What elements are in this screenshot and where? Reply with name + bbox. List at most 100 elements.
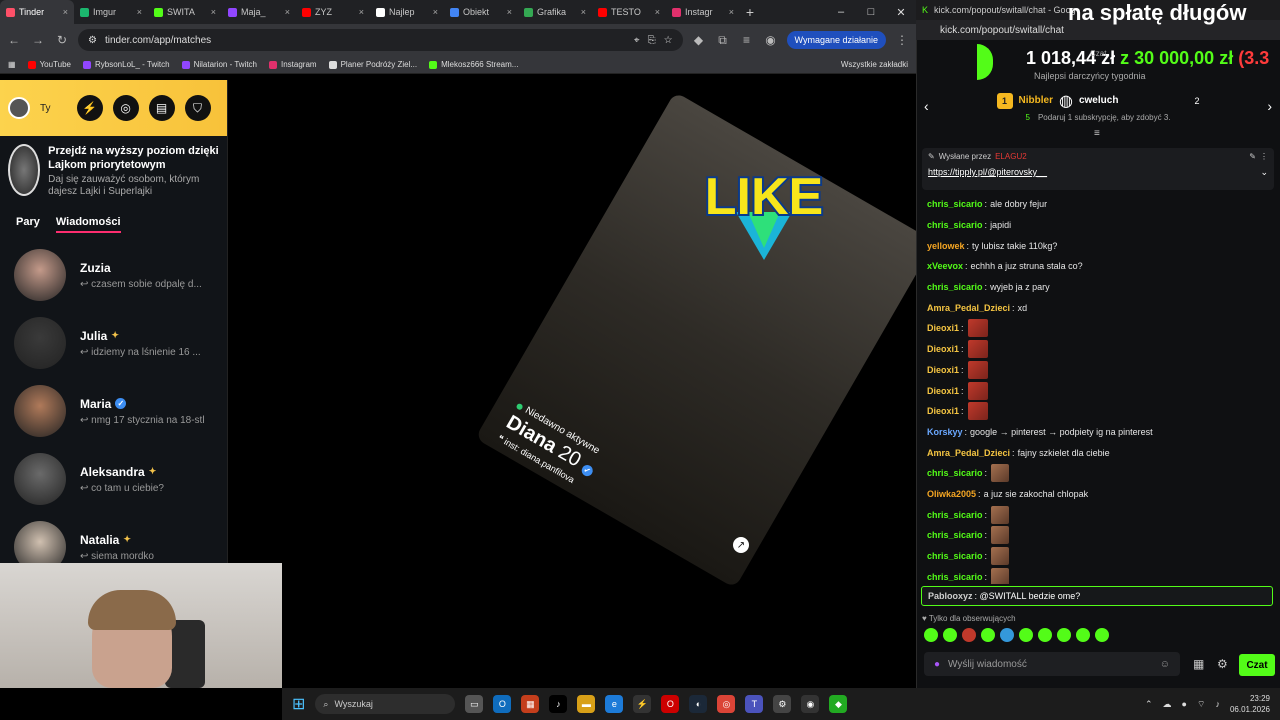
emote-icon[interactable] bbox=[981, 628, 995, 642]
install-icon[interactable]: ⎘ bbox=[648, 35, 656, 46]
chevron-left-icon[interactable]: ‹ bbox=[924, 98, 929, 114]
browser-tab[interactable]: Obiekt × bbox=[444, 0, 518, 24]
tab-messages[interactable]: Wiadomości bbox=[55, 216, 121, 233]
chat-username[interactable]: Dieoxi1 bbox=[927, 365, 959, 375]
chrome-icon[interactable]: ◎ bbox=[717, 695, 736, 713]
emote-icon[interactable] bbox=[1038, 628, 1052, 642]
chat-username[interactable]: Dieoxi1 bbox=[927, 344, 959, 354]
chat-username[interactable]: xVeevox bbox=[927, 261, 963, 271]
folder-icon[interactable]: ▬ bbox=[577, 695, 596, 713]
clock[interactable]: 23:29 06.01.2026 bbox=[1230, 693, 1270, 715]
emote-icon[interactable] bbox=[1095, 628, 1109, 642]
avatar[interactable] bbox=[8, 97, 30, 119]
mic-icon[interactable]: ● bbox=[1182, 699, 1187, 709]
more-icon[interactable]: ⋮ bbox=[1260, 152, 1268, 161]
chat-username[interactable]: Dieoxi1 bbox=[927, 323, 959, 333]
close-icon[interactable]: × bbox=[63, 7, 68, 17]
close-icon[interactable]: × bbox=[433, 7, 438, 17]
briefcase-icon[interactable]: ▤ bbox=[148, 95, 175, 121]
emote-icon[interactable] bbox=[1076, 628, 1090, 642]
emote-icon[interactable] bbox=[1000, 628, 1014, 642]
emote-icon[interactable] bbox=[924, 628, 938, 642]
extension-icon[interactable]: ◆ bbox=[691, 33, 707, 47]
chat-username[interactable]: Oliwka2005 bbox=[927, 489, 976, 499]
send-button[interactable]: Czat bbox=[1239, 654, 1275, 676]
chat-username[interactable]: chris_sicario bbox=[927, 572, 983, 582]
steam-icon[interactable]: ◐ bbox=[689, 695, 708, 713]
task-view-icon[interactable]: ▭ bbox=[465, 695, 484, 713]
scroll-indicator-icon[interactable]: ≡ bbox=[1094, 128, 1100, 139]
browser-tab[interactable]: Instagr × bbox=[666, 0, 740, 24]
chat-username[interactable]: chris_sicario bbox=[927, 468, 983, 478]
media-icon[interactable]: ≡ bbox=[739, 33, 755, 47]
close-icon[interactable]: × bbox=[581, 7, 586, 17]
menu-icon[interactable]: ⋮ bbox=[894, 33, 910, 47]
site-info-icon[interactable]: ⚙ bbox=[88, 35, 97, 46]
close-icon[interactable]: × bbox=[507, 7, 512, 17]
close-icon[interactable]: ✕ bbox=[886, 6, 916, 19]
bookmark-item[interactable]: RybsonLoL_ - Twitch bbox=[83, 60, 170, 69]
emote-icon[interactable] bbox=[943, 628, 957, 642]
reload-icon[interactable]: ↻ bbox=[54, 33, 70, 47]
obs-icon[interactable]: ◉ bbox=[801, 695, 820, 713]
highlighted-message[interactable]: Pablooxyz: @SWITALL bedzie ome? bbox=[921, 586, 1273, 606]
bookmark-item[interactable]: Planer Podróży Ziel... bbox=[328, 60, 417, 69]
back-icon[interactable]: ← bbox=[6, 33, 22, 47]
location-icon[interactable]: ⌖ bbox=[634, 35, 640, 46]
list-item[interactable]: Julia ✦ ↩ idziemy na lśnienie 16 ... bbox=[0, 309, 227, 377]
pinned-link[interactable]: https://tipply.pl/@piterovsky__ bbox=[928, 167, 1047, 178]
pinned-message[interactable]: ✎ Wysłane przez ELAGU2 ✎ ⋮ https://tippl… bbox=[922, 148, 1274, 190]
bookmark-item[interactable]: YouTube bbox=[27, 60, 71, 69]
chat-username[interactable]: Korskyy bbox=[927, 427, 963, 437]
unpin-icon[interactable]: ✎ bbox=[1249, 152, 1256, 161]
windows-start-icon[interactable]: ⊞ bbox=[292, 694, 305, 714]
winamp-icon[interactable]: ⚡ bbox=[633, 695, 652, 713]
tiktok-icon[interactable]: ♪ bbox=[549, 695, 568, 713]
taskbar-search[interactable]: ⌕ Wyszukaj bbox=[315, 694, 456, 714]
bookmark-star-icon[interactable]: ☆ bbox=[664, 35, 673, 46]
priority-likes-promo[interactable]: Przejdź na wyższy poziom dzięki Lajkom p… bbox=[0, 136, 227, 208]
profile-name[interactable]: Ty bbox=[40, 103, 51, 114]
browser-tab[interactable]: ZYZ × bbox=[296, 0, 370, 24]
apps-icon[interactable]: ▦ bbox=[8, 60, 16, 69]
bookmark-item[interactable]: Instagram bbox=[269, 60, 317, 69]
chat-username[interactable]: chris_sicario bbox=[927, 530, 983, 540]
chat-username[interactable]: yellowek bbox=[927, 241, 965, 251]
chat-username[interactable]: Amra_Pedal_Dzieci bbox=[927, 303, 1010, 313]
list-item[interactable]: Aleksandra ✦ ↩ co tam u ciebie? bbox=[0, 445, 227, 513]
edge-icon[interactable]: e bbox=[605, 695, 624, 713]
browser-tab[interactable]: Tinder × bbox=[0, 0, 74, 24]
boost-icon[interactable]: ⚡ bbox=[76, 95, 103, 121]
cloud-icon[interactable]: ☁ bbox=[1163, 699, 1172, 710]
explore-icon[interactable]: ◎ bbox=[112, 95, 139, 121]
close-icon[interactable]: × bbox=[359, 7, 364, 17]
browser-tab[interactable]: Grafika × bbox=[518, 0, 592, 24]
bookmark-item[interactable]: Mleko​sz666 Stream... bbox=[429, 60, 518, 69]
chevron-right-icon[interactable]: › bbox=[1267, 98, 1272, 114]
expand-profile-icon[interactable]: ↗ bbox=[733, 537, 749, 553]
all-bookmarks[interactable]: Wszystkie zakładki bbox=[841, 60, 908, 69]
chat-username[interactable]: chris_sicario bbox=[927, 220, 983, 230]
maximize-icon[interactable]: □ bbox=[856, 6, 886, 18]
app-icon[interactable]: ◆ bbox=[829, 695, 848, 713]
browser-tab[interactable]: TESTO × bbox=[592, 0, 666, 24]
shield-icon[interactable]: ⛉ bbox=[184, 95, 211, 121]
store-icon[interactable]: ▦ bbox=[521, 695, 540, 713]
wifi-icon[interactable]: ⌔ bbox=[1197, 699, 1205, 710]
settings-icon[interactable]: ⚙ bbox=[773, 695, 792, 713]
address-bar[interactable]: ⚙ tinder.com/app/matches ⌖ ⎘ ☆ bbox=[78, 29, 683, 51]
profile-icon[interactable]: ◉ bbox=[763, 33, 779, 47]
emote-icon[interactable] bbox=[1057, 628, 1071, 642]
highlight-user[interactable]: Pablooxyz bbox=[928, 591, 973, 601]
list-item[interactable]: Maria ✓ ↩ nmg 17 stycznia na 18-stk... bbox=[0, 377, 227, 445]
chat-username[interactable]: Dieoxi1 bbox=[927, 386, 959, 396]
chat-username[interactable]: Amra_Pedal_Dzieci bbox=[927, 448, 1010, 458]
action-required-button[interactable]: Wymagane działanie bbox=[786, 31, 886, 49]
browser-tab[interactable]: Imgur × bbox=[74, 0, 148, 24]
minimize-icon[interactable]: – bbox=[826, 6, 856, 18]
browser-tab[interactable]: Najlep × bbox=[370, 0, 444, 24]
rank-user[interactable]: Nibbler bbox=[1019, 95, 1053, 106]
opera-icon[interactable]: O bbox=[661, 695, 680, 713]
browser-tab[interactable]: Maja_ × bbox=[222, 0, 296, 24]
list-item[interactable]: Zuzia ↩ czasem sobie odpalę d... bbox=[0, 241, 227, 309]
